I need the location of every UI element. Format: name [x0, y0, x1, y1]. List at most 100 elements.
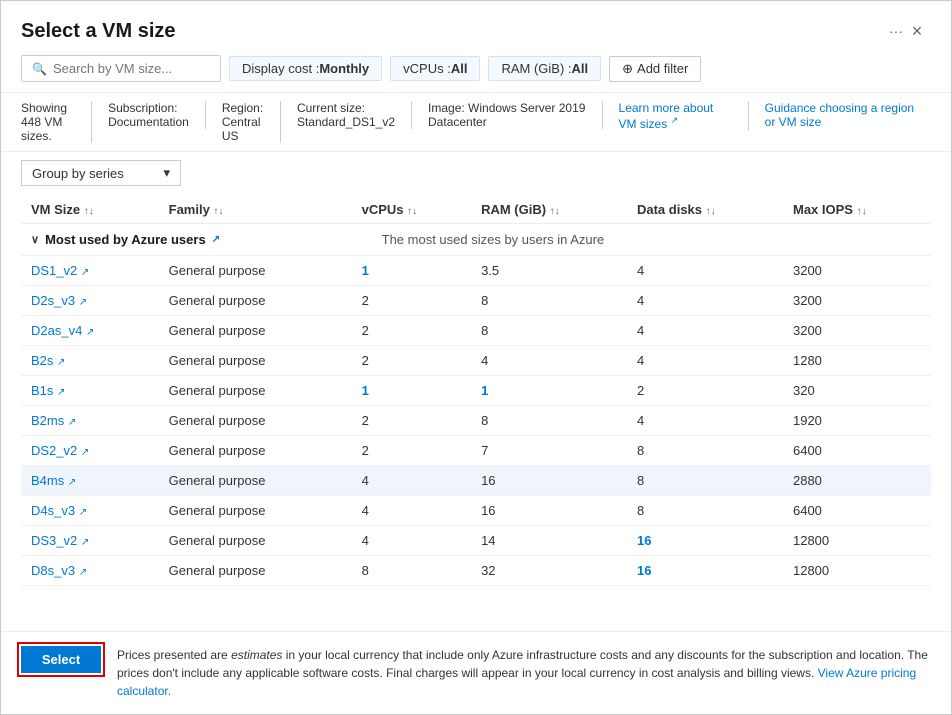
add-filter-label: Add filter — [637, 61, 688, 76]
showing-label: Showing — [21, 101, 67, 115]
vm-name[interactable]: DS1_v2 — [31, 263, 77, 278]
ram-filter[interactable]: RAM (GiB) : All — [488, 56, 601, 81]
table-row[interactable]: D8s_v3 ↗ General purpose 8 32 16 12800 — [21, 556, 931, 586]
vm-name-cell: B1s ↗ — [21, 376, 159, 406]
vcpus-cell: 1 — [352, 376, 471, 406]
table-row[interactable]: D4s_v3 ↗ General purpose 4 16 8 6400 — [21, 496, 931, 526]
col-vcpus[interactable]: vCPUs ↑↓ — [352, 194, 471, 224]
family-cell: General purpose — [159, 316, 352, 346]
vm-name[interactable]: DS2_v2 — [31, 443, 77, 458]
ram-cell: 32 — [471, 556, 627, 586]
table-row[interactable]: D2as_v4 ↗ General purpose 2 8 4 3200 — [21, 316, 931, 346]
search-input[interactable] — [53, 61, 203, 76]
sort-icon-ram: ↑↓ — [550, 206, 560, 217]
table-row[interactable]: D2s_v3 ↗ General purpose 2 8 4 3200 — [21, 286, 931, 316]
vm-table: VM Size ↑↓ Family ↑↓ vCPUs ↑↓ RAM (GiB) … — [21, 194, 931, 586]
vm-name[interactable]: D8s_v3 — [31, 563, 75, 578]
external-link-icon: ↗ — [671, 115, 679, 125]
table-row[interactable]: B4ms ↗ General purpose 4 16 8 2880 — [21, 466, 931, 496]
ram-value: All — [572, 61, 589, 76]
subscription-info: Subscription: Documentation — [92, 101, 206, 129]
learn-more-link[interactable]: Learn more about VM sizes — [619, 101, 714, 131]
family-cell: General purpose — [159, 496, 352, 526]
max-iops-cell: 6400 — [783, 436, 931, 466]
data-disks-cell: 16 — [627, 526, 783, 556]
vm-name-cell: D2s_v3 ↗ — [21, 286, 159, 316]
family-cell: General purpose — [159, 436, 352, 466]
add-filter-icon: ⊕ — [622, 61, 633, 77]
col-data-disks[interactable]: Data disks ↑↓ — [627, 194, 783, 224]
family-cell: General purpose — [159, 526, 352, 556]
vm-name[interactable]: D2as_v4 — [31, 323, 82, 338]
current-size-info: Current size: Standard_DS1_v2 — [281, 101, 412, 129]
col-ram[interactable]: RAM (GiB) ↑↓ — [471, 194, 627, 224]
display-cost-value: Monthly — [319, 61, 369, 76]
table-row[interactable]: B2ms ↗ General purpose 2 8 4 1920 — [21, 406, 931, 436]
trend-icon-3: ↗ — [57, 357, 65, 368]
ram-cell: 7 — [471, 436, 627, 466]
guidance-link[interactable]: Guidance choosing a region or VM size — [765, 101, 914, 129]
select-button[interactable]: Select — [21, 646, 101, 673]
group-header-row: ∨ Most used by Azure users ↗ The most us… — [21, 224, 931, 256]
group-label-cell: ∨ Most used by Azure users ↗ — [21, 224, 352, 256]
menu-dots-icon[interactable]: ··· — [889, 23, 903, 39]
max-iops-cell: 12800 — [783, 526, 931, 556]
vcpus-filter[interactable]: vCPUs : All — [390, 56, 480, 81]
sort-icon-data-disks: ↑↓ — [706, 206, 716, 217]
sort-icon-vcpus: ↑↓ — [407, 206, 417, 217]
max-iops-cell: 1280 — [783, 346, 931, 376]
subscription-label: Subscription: — [108, 101, 177, 115]
ram-cell: 16 — [471, 466, 627, 496]
max-iops-cell: 6400 — [783, 496, 931, 526]
learn-more-info: Learn more about VM sizes ↗ — [603, 101, 749, 131]
vcpus-cell: 2 — [352, 316, 471, 346]
max-iops-cell: 3200 — [783, 316, 931, 346]
display-cost-filter[interactable]: Display cost : Monthly — [229, 56, 382, 81]
group-by-select[interactable]: Group by series ▾ — [21, 160, 181, 186]
trend-icon-7: ↗ — [68, 477, 76, 488]
vm-name-cell: B4ms ↗ — [21, 466, 159, 496]
vm-name[interactable]: B2s — [31, 353, 53, 368]
data-disks-cell: 4 — [627, 286, 783, 316]
display-cost-label: Display cost : — [242, 61, 319, 76]
sort-icon-vm-size: ↑↓ — [84, 206, 94, 217]
region-label: Region: — [222, 101, 263, 115]
vcpus-cell: 4 — [352, 526, 471, 556]
expand-icon[interactable]: ∨ — [31, 233, 39, 246]
vm-name-cell: D2as_v4 ↗ — [21, 316, 159, 346]
ram-label: RAM (GiB) : — [501, 61, 571, 76]
family-cell: General purpose — [159, 256, 352, 286]
trend-icon-5: ↗ — [68, 417, 76, 428]
vm-name[interactable]: B1s — [31, 383, 53, 398]
table-row[interactable]: DS1_v2 ↗ General purpose 1 3.5 4 3200 — [21, 256, 931, 286]
data-disks-cell: 8 — [627, 496, 783, 526]
col-vm-size[interactable]: VM Size ↑↓ — [21, 194, 159, 224]
vcpus-cell: 2 — [352, 286, 471, 316]
vm-name[interactable]: B4ms — [31, 473, 64, 488]
vm-name[interactable]: B2ms — [31, 413, 64, 428]
trend-icon-4: ↗ — [57, 387, 65, 398]
add-filter-button[interactable]: ⊕ Add filter — [609, 56, 701, 82]
vm-name-cell: B2ms ↗ — [21, 406, 159, 436]
select-vm-dialog: Select a VM size ··· × 🔍 Display cost : … — [0, 0, 952, 715]
vm-name[interactable]: D4s_v3 — [31, 503, 75, 518]
col-family[interactable]: Family ↑↓ — [159, 194, 352, 224]
guidance-info: Guidance choosing a region or VM size — [749, 101, 931, 129]
vcpus-cell: 2 — [352, 346, 471, 376]
max-iops-cell: 1920 — [783, 406, 931, 436]
max-iops-cell: 12800 — [783, 556, 931, 586]
table-row[interactable]: DS3_v2 ↗ General purpose 4 14 16 12800 — [21, 526, 931, 556]
group-sublabel-cell: The most used sizes by users in Azure — [352, 224, 931, 256]
table-row[interactable]: B1s ↗ General purpose 1 1 2 320 — [21, 376, 931, 406]
table-row[interactable]: B2s ↗ General purpose 2 4 4 1280 — [21, 346, 931, 376]
table-row[interactable]: DS2_v2 ↗ General purpose 2 7 8 6400 — [21, 436, 931, 466]
close-button[interactable]: × — [903, 17, 931, 45]
ram-cell: 8 — [471, 316, 627, 346]
sort-icon-family: ↑↓ — [213, 206, 223, 217]
vm-name-cell: D8s_v3 ↗ — [21, 556, 159, 586]
vm-name[interactable]: DS3_v2 — [31, 533, 77, 548]
disclaimer-text: Prices presented are estimates in your l… — [117, 648, 928, 680]
group-sublabel: The most used sizes by users in Azure — [382, 232, 605, 247]
vm-name[interactable]: D2s_v3 — [31, 293, 75, 308]
col-max-iops[interactable]: Max IOPS ↑↓ — [783, 194, 931, 224]
